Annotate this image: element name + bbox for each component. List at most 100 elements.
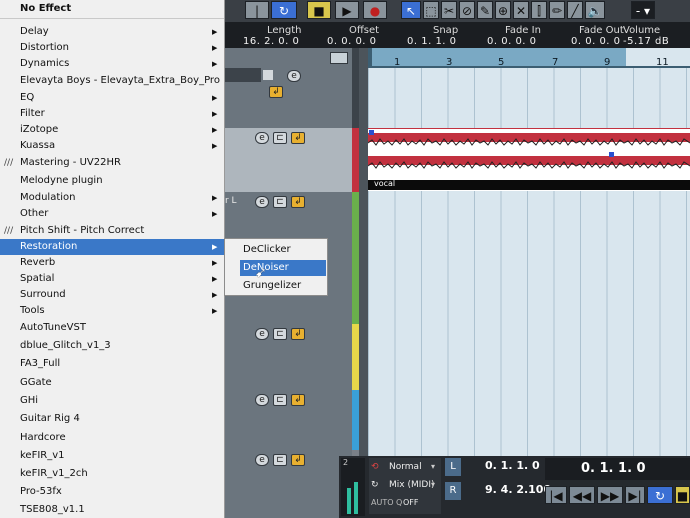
track-header[interactable]: e ↲ bbox=[225, 48, 352, 129]
edit-icon[interactable]: e bbox=[255, 196, 269, 208]
read-icon[interactable]: ↲ bbox=[269, 86, 283, 98]
fade-in-handle[interactable] bbox=[369, 130, 374, 135]
menu-item-ghi[interactable]: GHi bbox=[0, 393, 224, 409]
play-tool-icon[interactable]: 🔈 bbox=[585, 1, 605, 19]
menu-item-other[interactable]: Other ▶ bbox=[0, 206, 224, 222]
line-tool-icon[interactable]: ╱ bbox=[567, 1, 583, 19]
write-icon[interactable]: ⊏ bbox=[273, 328, 287, 340]
left-locator-marker[interactable] bbox=[368, 48, 372, 68]
read-icon[interactable]: ↲ bbox=[291, 328, 305, 340]
stop-button[interactable]: ■ bbox=[307, 1, 331, 19]
rewind-icon[interactable]: ◀◀ bbox=[569, 486, 595, 504]
cycle-mode-dropdown[interactable]: Mix (MIDI) bbox=[389, 480, 434, 490]
track-3[interactable]: e ⊏ ↲ bbox=[225, 324, 352, 391]
menu-item-kefir[interactable]: keFIR_v1 bbox=[0, 448, 224, 464]
stop-icon[interactable]: ■ bbox=[675, 486, 690, 504]
erase-tool-icon[interactable]: ✎ bbox=[477, 1, 493, 19]
record-mode-dropdown[interactable]: Normal bbox=[389, 462, 422, 472]
fast-forward-icon[interactable]: ▶▶ bbox=[597, 486, 623, 504]
cycle-button[interactable]: ↻ bbox=[271, 1, 297, 19]
menu-item-restoration[interactable]: Restoration ▶ bbox=[0, 239, 224, 255]
menu-item-kefir-2ch[interactable]: keFIR_v1_2ch bbox=[0, 466, 224, 482]
track-vocal[interactable]: e ⊏ ↲ bbox=[225, 128, 352, 193]
menu-item-mastering[interactable]: ///Mastering - UV22HR bbox=[0, 155, 224, 171]
track-5[interactable]: e ⊏ ↲ bbox=[225, 450, 352, 518]
range-tool-icon[interactable]: ⬚ bbox=[423, 1, 439, 19]
menu-item-surround[interactable]: Surround ▶ bbox=[0, 287, 224, 303]
menu-item-kuassa[interactable]: Kuassa ▶ bbox=[0, 138, 224, 154]
arrange-area[interactable] bbox=[368, 68, 690, 456]
menu-item-spatial[interactable]: Spatial ▶ bbox=[0, 271, 224, 287]
time-warp-tool-icon[interactable]: ⫿ bbox=[531, 1, 547, 19]
go-to-end-icon[interactable]: ▶| bbox=[625, 486, 645, 504]
menu-item-pro-53fx[interactable]: Pro-53fx bbox=[0, 484, 224, 500]
zoom-tool-icon[interactable]: ⊕ bbox=[495, 1, 511, 19]
track-name-field[interactable] bbox=[225, 68, 261, 82]
edit-icon[interactable]: e bbox=[255, 328, 269, 340]
cycle-icon[interactable]: ↻ bbox=[647, 486, 673, 504]
offset-value[interactable]: 0. 0. 0. 0 bbox=[327, 36, 377, 47]
draw-tool-icon[interactable]: ✏ bbox=[549, 1, 565, 19]
edit-icon[interactable]: e bbox=[255, 454, 269, 466]
read-icon[interactable]: ↲ bbox=[291, 394, 305, 406]
snap-dropdown[interactable]: - ▾ bbox=[631, 1, 655, 19]
submenu-item-denoiser[interactable]: DeNoiser bbox=[240, 260, 326, 276]
length-value[interactable]: 16. 2. 0. 0 bbox=[243, 36, 299, 47]
menu-item-autotunevst[interactable]: AutoTuneVST bbox=[0, 320, 224, 336]
mute-tool-icon[interactable]: ✕ bbox=[513, 1, 529, 19]
edit-icon[interactable]: e bbox=[287, 70, 301, 82]
write-icon[interactable]: ⊏ bbox=[273, 394, 287, 406]
auto-quantize-toggle[interactable]: OFF bbox=[403, 498, 419, 507]
write-icon[interactable]: ⊏ bbox=[273, 196, 287, 208]
right-locator-button[interactable]: R bbox=[445, 482, 461, 500]
menu-item-delay[interactable]: Delay ▶ bbox=[0, 24, 224, 40]
track-list-options-icon[interactable] bbox=[330, 52, 348, 64]
track-4[interactable]: e ⊏ ↲ bbox=[225, 390, 352, 451]
menu-item-pitch-shift[interactable]: ///Pitch Shift - Pitch Correct bbox=[0, 223, 224, 239]
menu-item-reverb[interactable]: Reverb ▶ bbox=[0, 255, 224, 271]
record-button[interactable]: ● bbox=[363, 1, 387, 19]
menu-item-fa3-full[interactable]: FA3_Full bbox=[0, 356, 224, 372]
left-locator-button[interactable]: L bbox=[445, 458, 461, 476]
menu-item-filter[interactable]: Filter ▶ bbox=[0, 106, 224, 122]
fade-out-value[interactable]: 0. 0. 0. 0 bbox=[571, 36, 621, 47]
write-icon[interactable]: ⊏ bbox=[273, 454, 287, 466]
menu-item-dblue-glitch[interactable]: dblue_Glitch_v1_3 bbox=[0, 338, 224, 354]
menu-item-eq[interactable]: EQ ▶ bbox=[0, 90, 224, 106]
menu-item-dynamics[interactable]: Dynamics ▶ bbox=[0, 56, 224, 72]
go-to-start-button[interactable]: |◀▶| bbox=[245, 1, 269, 36]
play-button[interactable]: ▶ bbox=[335, 1, 359, 19]
menu-item-tse808[interactable]: TSE808_v1.1 bbox=[0, 502, 224, 518]
menu-item-elevayta[interactable]: Elevayta Boys - Elevayta_Extra_Boy_Pro bbox=[0, 73, 224, 89]
submenu-item-declicker[interactable]: DeClicker bbox=[225, 242, 327, 258]
left-locator-value[interactable]: 0. 1. 1. 0 bbox=[485, 459, 540, 472]
chevron-down-icon[interactable]: ▾ bbox=[431, 462, 435, 471]
read-icon[interactable]: ↲ bbox=[291, 454, 305, 466]
ruler[interactable]: 1 3 5 7 9 11 bbox=[368, 48, 690, 68]
menu-item-tools[interactable]: Tools ▶ bbox=[0, 303, 224, 319]
dropdown-icon[interactable] bbox=[263, 70, 273, 80]
position-value[interactable]: 0. 1. 1. 0 bbox=[581, 461, 646, 476]
track-list-scrollbar[interactable] bbox=[359, 48, 368, 518]
write-icon[interactable]: ⊏ bbox=[273, 132, 287, 144]
pointer-tool-icon[interactable]: ↖ bbox=[401, 1, 421, 19]
menu-item-guitar-rig[interactable]: Guitar Rig 4 bbox=[0, 411, 224, 427]
edit-icon[interactable]: e bbox=[255, 394, 269, 406]
menu-item-izotope[interactable]: iZotope ▶ bbox=[0, 122, 224, 138]
menu-item-melodyne[interactable]: Melodyne plugin bbox=[0, 173, 224, 189]
menu-item-distortion[interactable]: Distortion ▶ bbox=[0, 40, 224, 56]
read-icon[interactable]: ↲ bbox=[291, 132, 305, 144]
fade-in-value[interactable]: 0. 0. 0. 0 bbox=[487, 36, 537, 47]
volume-value[interactable]: -5.17 dB bbox=[623, 36, 669, 47]
go-to-start-icon[interactable]: |◀ bbox=[545, 486, 567, 504]
menu-item-no-effect[interactable]: No Effect bbox=[0, 1, 224, 17]
split-tool-icon[interactable]: ✂ bbox=[441, 1, 457, 19]
right-locator-value[interactable]: 9. 4. 2.100 bbox=[485, 483, 551, 496]
glue-tool-icon[interactable]: ⊘ bbox=[459, 1, 475, 19]
menu-item-ggate[interactable]: GGate bbox=[0, 375, 224, 391]
volume-handle[interactable] bbox=[609, 152, 614, 157]
submenu-item-grungelizer[interactable]: Grungelizer bbox=[225, 278, 327, 294]
menu-item-modulation[interactable]: Modulation ▶ bbox=[0, 190, 224, 206]
snap-value[interactable]: 0. 1. 1. 0 bbox=[407, 36, 457, 47]
menu-item-hardcore[interactable]: Hardcore bbox=[0, 430, 224, 446]
